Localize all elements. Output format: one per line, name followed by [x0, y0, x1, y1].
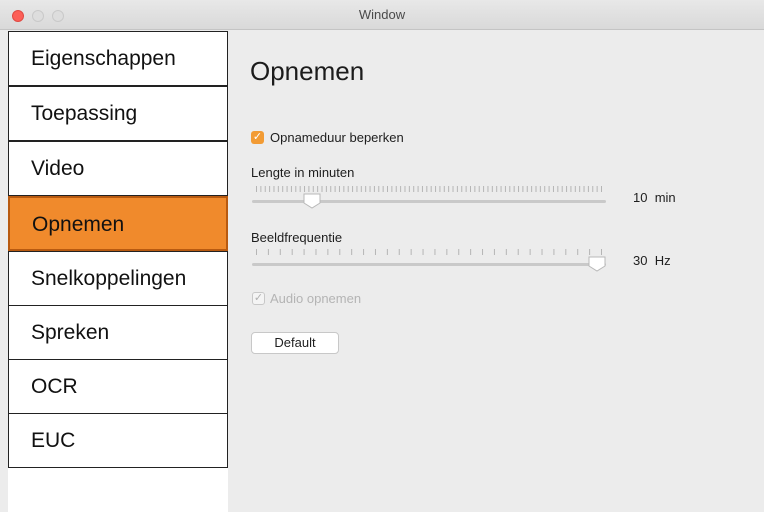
- sidebar-item-snelkoppelingen[interactable]: Snelkoppelingen: [8, 251, 228, 306]
- sidebar-item-toepassing[interactable]: Toepassing: [8, 86, 228, 141]
- framerate-slider-track: [252, 263, 606, 266]
- checkmark-icon: ✓: [253, 292, 264, 304]
- limit-duration-label: Opnameduur beperken: [270, 130, 404, 145]
- sidebar-item-ocr[interactable]: OCR: [8, 359, 228, 414]
- checkmark-icon: ✓: [252, 131, 263, 143]
- sidebar-item-spreken[interactable]: Spreken: [8, 305, 228, 360]
- length-slider-ticks: [256, 186, 602, 192]
- page-title: Opnemen: [250, 56, 365, 86]
- sidebar-item-video[interactable]: Video: [8, 141, 228, 196]
- framerate-label: Beeldfrequentie: [251, 230, 343, 245]
- length-label: Lengte in minuten: [251, 165, 355, 180]
- window-title: Window: [358, 7, 406, 22]
- limit-duration-checkbox[interactable]: ✓: [251, 131, 264, 144]
- framerate-slider-thumb[interactable]: [588, 256, 606, 272]
- framerate-slider-ticks: [256, 249, 602, 255]
- sidebar-item-opnemen[interactable]: Opnemen: [8, 196, 228, 251]
- default-button[interactable]: Default: [251, 332, 339, 354]
- length-slider-thumb[interactable]: [303, 193, 321, 209]
- length-slider[interactable]: [252, 186, 606, 212]
- framerate-value: 30 Hz: [633, 253, 671, 268]
- audio-checkbox[interactable]: ✓: [252, 292, 265, 305]
- sidebar-item-eigenschappen[interactable]: Eigenschappen: [8, 31, 228, 86]
- sidebar: Eigenschappen Toepassing Video Opnemen S…: [8, 31, 228, 512]
- length-value: 10 min: [633, 190, 676, 205]
- title-bar[interactable]: Window: [0, 0, 764, 30]
- app-window: Window Eigenschappen Toepassing Video Op…: [0, 0, 764, 512]
- audio-label: Audio opnemen: [270, 291, 362, 306]
- sidebar-item-euc[interactable]: EUC: [8, 413, 228, 468]
- framerate-slider[interactable]: [252, 249, 606, 275]
